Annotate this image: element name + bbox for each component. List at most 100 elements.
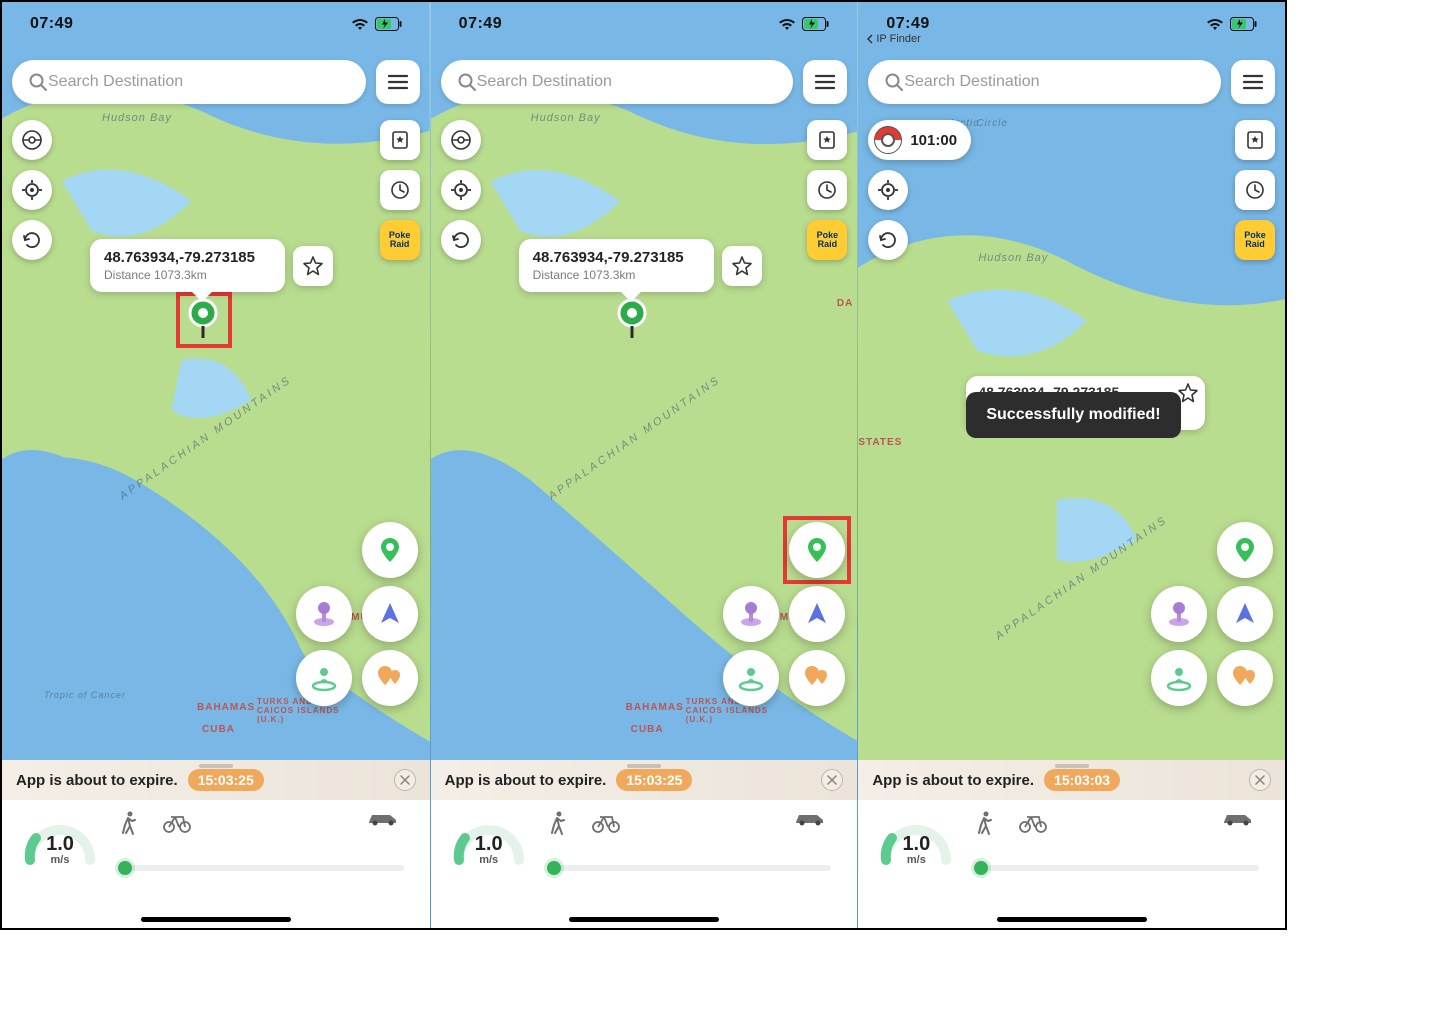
pokeraid-button[interactable]: Poke Raid <box>1235 220 1275 260</box>
location-distance: Distance 1073.3km <box>104 268 271 282</box>
speed-unit: m/s <box>451 854 527 866</box>
walk-icon[interactable] <box>118 811 140 835</box>
speed-slider[interactable] <box>118 865 410 871</box>
search-input[interactable] <box>477 73 778 91</box>
pin-drop-icon <box>375 535 405 565</box>
map-label-hudson: Hudson Bay <box>531 112 601 124</box>
bike-icon[interactable] <box>591 811 621 833</box>
navigate-button[interactable] <box>789 586 845 642</box>
favorite-button[interactable] <box>293 246 333 286</box>
expire-close-button[interactable] <box>394 769 416 791</box>
map-pin[interactable] <box>617 298 647 340</box>
pokemon-button[interactable] <box>441 120 481 160</box>
teleport-button[interactable] <box>789 522 845 578</box>
search-field[interactable] <box>12 60 366 104</box>
bookmark-button[interactable] <box>807 120 847 160</box>
speed-panel: 1.0m/s <box>431 800 858 928</box>
navigate-button[interactable] <box>1217 586 1273 642</box>
map-label-tropic: Tropic of Cancer <box>44 690 126 700</box>
history-button[interactable] <box>807 170 847 210</box>
multi-spot-button[interactable] <box>362 650 418 706</box>
map-label-circle: Circle <box>976 118 1008 129</box>
speed-gauge[interactable]: 1.0m/s <box>451 810 527 872</box>
expire-countdown: 15:03:25 <box>616 769 692 791</box>
menu-button[interactable] <box>376 60 420 104</box>
navigate-button[interactable] <box>362 586 418 642</box>
expire-close-button[interactable] <box>1249 769 1271 791</box>
car-icon[interactable] <box>793 811 827 827</box>
joystick-button[interactable] <box>296 586 352 642</box>
refresh-icon <box>22 230 42 250</box>
back-to-app[interactable]: IP Finder <box>866 33 920 45</box>
menu-button[interactable] <box>803 60 847 104</box>
home-indicator[interactable] <box>997 917 1147 922</box>
close-icon <box>1255 775 1265 785</box>
pin-drop-icon <box>802 535 832 565</box>
locate-button[interactable] <box>441 170 481 210</box>
speed-slider[interactable] <box>974 865 1265 871</box>
crosshair-icon <box>877 179 899 201</box>
home-indicator[interactable] <box>569 917 719 922</box>
locate-button[interactable] <box>12 170 52 210</box>
map-label-cuba: CUBA <box>631 724 664 735</box>
speed-gauge[interactable]: 1.0m/s <box>878 810 954 872</box>
bookmark-button[interactable] <box>1235 120 1275 160</box>
jump-button[interactable] <box>1151 650 1207 706</box>
joystick-button[interactable] <box>1151 586 1207 642</box>
location-card[interactable]: 48.763934,-79.273185 Distance 1073.3km <box>90 239 285 292</box>
search-input[interactable] <box>904 73 1205 91</box>
car-icon[interactable] <box>1221 811 1255 827</box>
refresh-button[interactable] <box>441 220 481 260</box>
location-distance: Distance 1073.3km <box>533 268 700 282</box>
status-icons-right <box>1206 17 1257 31</box>
expire-close-button[interactable] <box>821 769 843 791</box>
teleport-button[interactable] <box>1217 522 1273 578</box>
speed-slider[interactable] <box>547 865 838 871</box>
search-field[interactable] <box>868 60 1221 104</box>
expire-label: App is about to expire. <box>16 772 178 789</box>
pokeraid-button[interactable]: Poke Raid <box>807 220 847 260</box>
status-bar: 07:49 <box>431 2 858 46</box>
pokeraid-button[interactable]: Poke Raid <box>380 220 420 260</box>
car-icon[interactable] <box>366 811 400 827</box>
refresh-button[interactable] <box>12 220 52 260</box>
person-radius-icon <box>1164 663 1194 693</box>
pokeball-outline-icon <box>450 129 472 151</box>
location-coords: 48.763934,-79.273185 <box>104 249 271 266</box>
status-icons-right <box>351 17 402 31</box>
home-indicator[interactable] <box>141 917 291 922</box>
location-card[interactable]: 48.763934,-79.273185 Distance 1073.3km <box>519 239 714 292</box>
search-input[interactable] <box>48 73 350 91</box>
speed-gauge[interactable]: 1.0 m/s <box>22 810 98 872</box>
bike-icon[interactable] <box>162 811 192 833</box>
favorite-button[interactable] <box>722 246 762 286</box>
expire-label: App is about to expire. <box>445 772 607 789</box>
map-label-bahamas: BAHAMAS <box>197 702 255 713</box>
pokemon-button[interactable] <box>12 120 52 160</box>
arrow-cursor-icon <box>377 601 403 627</box>
bike-icon[interactable] <box>1018 811 1048 833</box>
joystick-button[interactable] <box>723 586 779 642</box>
wifi-icon <box>351 18 369 31</box>
multi-spot-button[interactable] <box>1217 650 1273 706</box>
menu-button[interactable] <box>1231 60 1275 104</box>
grabber-handle[interactable] <box>627 764 661 768</box>
cooldown-pill[interactable]: 101:00 <box>868 120 971 160</box>
refresh-icon <box>451 230 471 250</box>
status-time: 07:49 <box>886 15 929 33</box>
walk-icon[interactable] <box>974 811 996 835</box>
search-field[interactable] <box>441 60 794 104</box>
walk-icon[interactable] <box>547 811 569 835</box>
back-chevron-icon <box>866 34 874 44</box>
teleport-button[interactable] <box>362 522 418 578</box>
multi-spot-button[interactable] <box>789 650 845 706</box>
jump-button[interactable] <box>296 650 352 706</box>
grabber-handle[interactable] <box>199 764 233 768</box>
history-button[interactable] <box>380 170 420 210</box>
map-label-cuba: CUBA <box>202 724 235 735</box>
grabber-handle[interactable] <box>1055 764 1089 768</box>
history-button[interactable] <box>1235 170 1275 210</box>
bookmark-button[interactable] <box>380 120 420 160</box>
map-label-hudson: Hudson Bay <box>978 252 1048 264</box>
jump-button[interactable] <box>723 650 779 706</box>
